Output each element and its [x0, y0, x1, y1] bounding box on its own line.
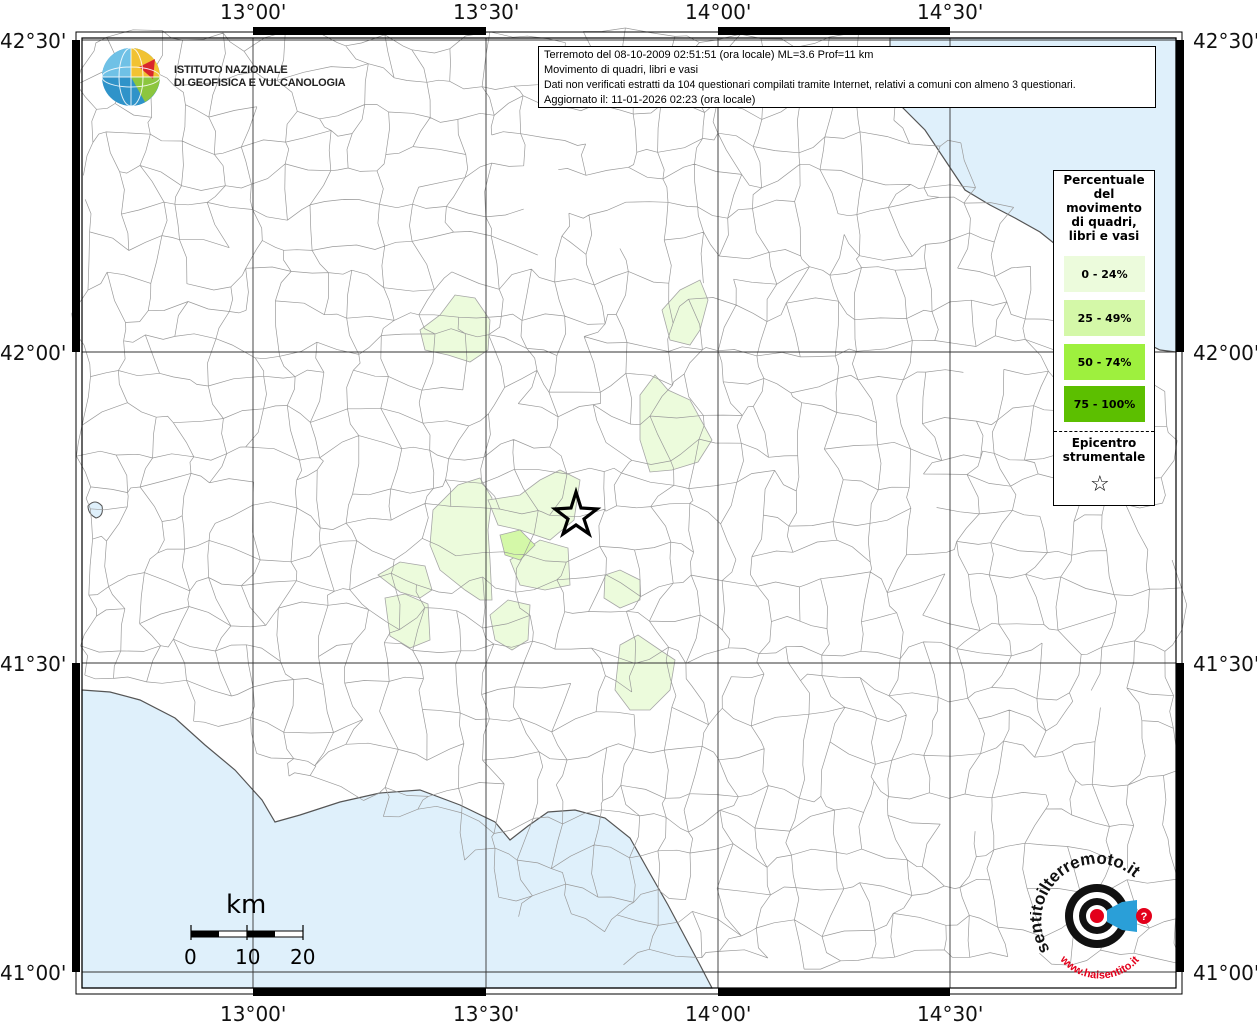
legend-star-icon: ☆	[1090, 472, 1110, 497]
legend-title: Percentuale del movimento di quadri, lib…	[1054, 173, 1154, 243]
lat-label-left-4100: 41°00'	[0, 961, 67, 985]
lon-label-bottom-1430: 14°30'	[917, 1002, 984, 1026]
ingv-logo-line1: Istituto Nazionale	[174, 64, 288, 76]
event-info-line3: Dati non verificati estratti da 104 ques…	[544, 79, 1076, 91]
scale-tick-10: 10	[235, 945, 261, 969]
seal-text-ring: sentitoilterremoto.it www.haisentito.it	[1030, 850, 1144, 982]
ingv-logo: Istituto Nazionale di Geofisica e Vulcan…	[168, 64, 346, 90]
svg-text:www.haisentito.it: www.haisentito.it	[1057, 953, 1142, 982]
legend-epicenter-label: Epicentro strumentale	[1054, 436, 1154, 464]
lon-label-top-1400: 14°00'	[685, 0, 752, 24]
lat-label-right-4200: 42°00'	[1193, 341, 1257, 365]
legend: Percentuale del movimento di quadri, lib…	[1053, 170, 1155, 506]
event-info-line4: Aggiornato il: 11-01-2026 02:23 (ora loc…	[544, 94, 756, 106]
lat-label-left-4230: 42°30'	[0, 29, 67, 53]
lat-label-left-4130: 41°30'	[0, 652, 67, 676]
legend-swatch-50-74: 50 - 74%	[1064, 344, 1145, 380]
lon-label-bottom-1400: 14°00'	[685, 1002, 752, 1026]
legend-swatch-75-100: 75 - 100%	[1064, 386, 1145, 422]
ingv-logo-text: Istituto Nazionale di Geofisica e Vulcan…	[174, 64, 346, 90]
lon-label-top-1300: 13°00'	[220, 0, 287, 24]
legend-title-line1: Percentuale	[1063, 173, 1145, 187]
lon-label-top-1330: 13°30'	[453, 0, 520, 24]
svg-text:sentitoilterremoto.it: sentitoilterremoto.it	[1030, 850, 1144, 957]
legend-title-line3: movimento	[1066, 201, 1142, 215]
legend-title-line2: del	[1093, 187, 1115, 201]
lon-label-bottom-1330: 13°30'	[453, 1002, 520, 1026]
legend-title-line4: di quadri,	[1071, 215, 1137, 229]
lon-label-bottom-1300: 13°00'	[220, 1002, 287, 1026]
ingv-globe-icon	[101, 47, 161, 107]
event-info-line2: Movimento di quadri, libri e vasi	[544, 64, 699, 76]
lon-label-top-1430: 14°30'	[917, 0, 984, 24]
legend-epicenter-line1: Epicentro	[1071, 436, 1137, 450]
legend-swatch-25-49: 25 - 49%	[1064, 300, 1145, 336]
seal-text-top: sentitoilterremoto.it	[1030, 850, 1144, 957]
scale-tick-0: 0	[184, 945, 197, 969]
legend-swatch-0-24: 0 - 24%	[1064, 256, 1145, 292]
scale-tick-20: 20	[290, 945, 316, 969]
scale-unit-label: km	[226, 890, 267, 920]
lat-label-left-4200: 42°00'	[0, 341, 67, 365]
lat-label-right-4130: 41°30'	[1193, 652, 1257, 676]
legend-epicenter-line2: strumentale	[1062, 450, 1146, 464]
event-info-box: Terremoto del 08-10-2009 02:51:51 (ora l…	[538, 46, 1156, 108]
legend-separator	[1054, 431, 1154, 432]
ingv-logo-line2: di Geofisica e Vulcanologia	[174, 77, 346, 89]
legend-title-line5: libri e vasi	[1068, 229, 1140, 243]
lat-label-right-4230: 42°30'	[1193, 29, 1257, 53]
event-info-line1: Terremoto del 08-10-2009 02:51:51 (ora l…	[544, 49, 874, 61]
seal-text-bottom: www.haisentito.it	[1057, 953, 1142, 982]
lat-label-right-4100: 41°00'	[1193, 961, 1257, 985]
